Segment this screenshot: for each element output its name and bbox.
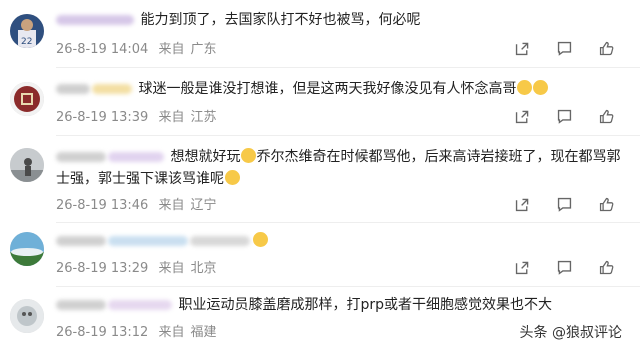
comment-location: 北京 bbox=[190, 261, 217, 276]
emoji-icon bbox=[533, 80, 549, 95]
share-icon[interactable] bbox=[512, 194, 532, 214]
comment-body: 想想就好玩 bbox=[170, 149, 241, 165]
comment-text: 职业运动员膝盖磨成那样，打prp或者干细胞感觉效果也不大 bbox=[56, 294, 552, 316]
emoji-icon bbox=[225, 170, 240, 185]
avatar[interactable] bbox=[10, 82, 44, 116]
divider bbox=[56, 67, 640, 68]
comment-meta: 26-8-19 13:29 来自 北京 bbox=[56, 257, 223, 276]
comment-actions bbox=[512, 106, 616, 126]
comment-location: 江苏 bbox=[190, 110, 217, 125]
from-label: 来自 bbox=[158, 110, 185, 125]
comment-date: 26-8-19 13:46 bbox=[56, 198, 149, 213]
like-icon[interactable] bbox=[596, 257, 616, 277]
avatar[interactable] bbox=[10, 299, 44, 333]
emoji-icon bbox=[253, 232, 268, 247]
comment-actions bbox=[512, 194, 616, 214]
share-icon[interactable] bbox=[512, 38, 532, 58]
avatar[interactable] bbox=[10, 148, 44, 182]
watermark: 头条 @狼叔评论 bbox=[515, 320, 626, 344]
comment-date: 26-8-19 13:39 bbox=[56, 110, 149, 125]
emoji-icon bbox=[517, 80, 533, 95]
comment-location: 福建 bbox=[190, 325, 217, 340]
comment-icon[interactable] bbox=[554, 38, 574, 58]
from-label: 来自 bbox=[158, 261, 185, 276]
comment-meta: 26-8-19 13:46 来自 辽宁 bbox=[56, 194, 223, 213]
avatar[interactable] bbox=[10, 232, 44, 266]
comment-date: 26-8-19 14:04 bbox=[56, 42, 149, 57]
comment-meta: 26-8-19 13:39 来自 江苏 bbox=[56, 106, 223, 125]
comment-date: 26-8-19 13:29 bbox=[56, 261, 149, 276]
divider bbox=[56, 135, 640, 136]
from-label: 来自 bbox=[158, 198, 185, 213]
comment-body: 职业运动员膝盖磨成那样，打prp或者干细胞感觉效果也不大 bbox=[178, 297, 552, 313]
avatar[interactable]: 22 bbox=[10, 14, 44, 48]
comment-actions bbox=[512, 38, 616, 58]
comment-icon[interactable] bbox=[554, 194, 574, 214]
divider bbox=[56, 222, 640, 223]
comment-actions bbox=[512, 257, 616, 277]
comment-text-line2: 士强，郭士强下课该骂谁呢 bbox=[56, 168, 240, 190]
svg-text:22: 22 bbox=[21, 37, 32, 47]
share-icon[interactable] bbox=[512, 257, 532, 277]
comment-body: 球迷一般是谁没打想谁，但是这两天我好像没见有人怀念高哥 bbox=[138, 81, 517, 97]
comment-location: 广东 bbox=[190, 42, 217, 57]
comment-meta: 26-8-19 13:12 来自 福建 bbox=[56, 321, 223, 340]
emoji-icon bbox=[241, 148, 257, 163]
like-icon[interactable] bbox=[596, 194, 616, 214]
comment-text: 球迷一般是谁没打想谁，但是这两天我好像没见有人怀念高哥 bbox=[56, 78, 549, 100]
comment-body-cont: 乔尔杰维奇在时候都骂他，后来高诗岩接班了，现在都骂郭 bbox=[256, 149, 621, 165]
comment-icon[interactable] bbox=[554, 106, 574, 126]
share-icon[interactable] bbox=[512, 106, 532, 126]
like-icon[interactable] bbox=[596, 38, 616, 58]
comment-meta: 26-8-19 14:04 来自 广东 bbox=[56, 38, 223, 57]
comment-location: 辽宁 bbox=[190, 198, 217, 213]
comment-text bbox=[56, 230, 268, 252]
comment-text: 想想就好玩 乔尔杰维奇在时候都骂他，后来高诗岩接班了，现在都骂郭 bbox=[56, 146, 620, 168]
like-icon[interactable] bbox=[596, 106, 616, 126]
from-label: 来自 bbox=[158, 42, 185, 57]
divider bbox=[56, 286, 640, 287]
comment-body: 能力到顶了，去国家队打不好也被骂，何必呢 bbox=[140, 12, 421, 28]
comment-text: 能力到顶了，去国家队打不好也被骂，何必呢 bbox=[56, 9, 420, 31]
comment-body-2: 士强，郭士强下课该骂谁呢 bbox=[56, 171, 224, 187]
comment-date: 26-8-19 13:12 bbox=[56, 325, 149, 340]
from-label: 来自 bbox=[158, 325, 185, 340]
comment-icon[interactable] bbox=[554, 257, 574, 277]
